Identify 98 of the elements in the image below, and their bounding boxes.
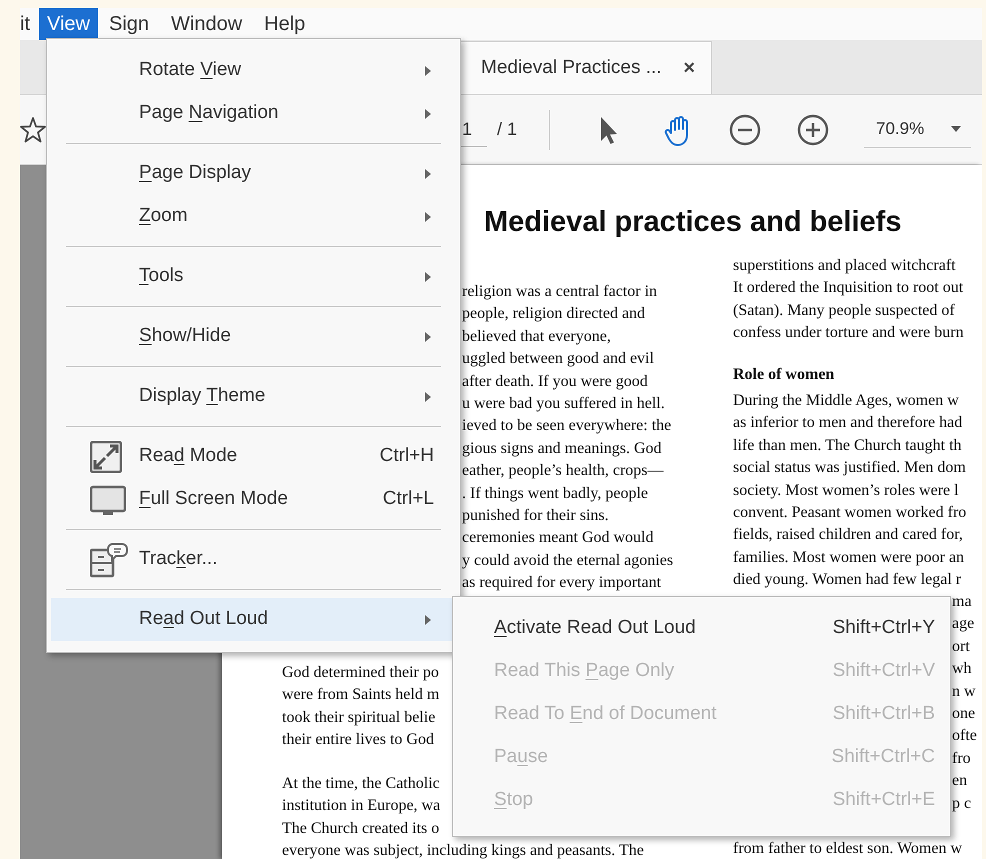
text-line: religion was a central factor in: [462, 282, 658, 302]
tracker-icon: [90, 542, 128, 578]
menu-label: Read To End of Document: [494, 702, 717, 726]
menu-label: Full Screen Mode: [139, 487, 288, 512]
menu-label: Read This Page Only: [494, 659, 674, 684]
menu-label: Show/Hide: [139, 324, 231, 348]
menu-label: Pause: [494, 745, 548, 770]
text-line: eather, people’s health, crops—: [462, 461, 664, 482]
zoom-out-icon[interactable]: [728, 112, 762, 146]
text-line: fro: [952, 748, 971, 769]
text-line: age: [952, 614, 974, 634]
menu-label: Read Mode: [139, 444, 238, 468]
text-line: their entire lives to God: [282, 730, 434, 750]
text-line: God determined their po: [282, 663, 439, 683]
menu-item[interactable]: Window: [160, 8, 254, 40]
shortcut-label: Shift+Ctrl+V: [832, 659, 935, 684]
text-line: ort: [952, 636, 970, 657]
text-line: uggled between good and evil: [462, 349, 654, 370]
menu-label: Stop: [494, 788, 534, 812]
text-line: society. Most women’s roles were l: [733, 480, 959, 501]
section-heading: Role of women: [733, 364, 836, 385]
text-line: believed that everyone,: [462, 326, 611, 347]
menu-item[interactable]: Tracker...: [51, 538, 456, 581]
menu-label: Tracker...: [139, 547, 218, 572]
menu-item[interactable]: Full Screen Mode Ctrl+L: [51, 478, 456, 521]
text-line: At the time, the Catholic: [282, 774, 440, 794]
text-line: families. Most women were poor an: [733, 548, 964, 568]
text-line: fields, raised children and cared for,: [733, 525, 963, 546]
text-line: people, religion directed and: [462, 304, 646, 324]
text-line: punished for their sins.: [462, 506, 609, 526]
star-icon[interactable]: [20, 116, 46, 144]
shortcut-label: Ctrl+H: [380, 444, 434, 468]
text-line: after death. If you were good: [462, 372, 648, 392]
menu-item[interactable]: Read Mode Ctrl+H: [51, 435, 456, 478]
text-line: It ordered the Inquisition to root out: [733, 278, 964, 298]
document-title: Medieval practices and beliefs: [484, 205, 902, 240]
text-line: ofte: [952, 726, 977, 746]
resize-icon: [90, 440, 122, 472]
menu-label: Zoom: [139, 204, 188, 228]
text-line: During the Middle Ages, women w: [733, 390, 959, 411]
text-line: institution in Europe, wa: [282, 796, 440, 816]
text-line: from father to eldest son. Women w: [733, 839, 962, 859]
menu-item[interactable]: Show/Hide: [51, 315, 456, 358]
text-line: wh: [952, 659, 972, 680]
menu-label: Tools: [139, 264, 184, 288]
shortcut-label: Shift+Ctrl+Y: [832, 616, 935, 640]
menu-item[interactable]: Zoom: [51, 195, 456, 238]
menu-item[interactable]: View: [39, 8, 98, 40]
menu-item[interactable]: Page Navigation: [51, 92, 456, 135]
menu-item[interactable]: Help: [253, 8, 316, 40]
monitor-icon: [90, 484, 126, 516]
menu-item[interactable]: Tools: [51, 255, 456, 298]
menu-label: Page Navigation: [139, 101, 278, 126]
menu-label: Read Out Loud: [139, 607, 268, 632]
menu-item[interactable]: Sign: [98, 8, 160, 40]
menu-label: Display Theme: [139, 384, 266, 408]
text-line: en: [952, 771, 968, 792]
text-line: (Satan). Many people suspected of: [733, 300, 955, 321]
shortcut-label: Shift+Ctrl+E: [832, 788, 935, 812]
shortcut-label: Ctrl+L: [382, 487, 434, 512]
menu-item[interactable]: Display Theme: [51, 375, 456, 418]
menu-label: Page Display: [139, 161, 251, 186]
text-line: as required for every important: [462, 573, 662, 594]
text-line: y could avoid the eternal agonies: [462, 550, 674, 571]
menu-item[interactable]: Page Display: [51, 152, 456, 195]
caret-icon: [951, 126, 962, 132]
zoom-dropdown[interactable]: 70.9%: [864, 112, 972, 148]
text-line: social status was justified. Men dom: [733, 458, 966, 478]
zoom-in-icon[interactable]: [796, 112, 830, 146]
text-line: The Church created its o: [282, 818, 440, 839]
text-line: ceremonies meant God would: [462, 528, 654, 548]
text-line: died young. Women had few legal r: [733, 570, 962, 590]
text-line: were from Saints held m: [282, 685, 440, 706]
text-line: everyone was subject, including kings and peasants. The: [282, 841, 644, 859]
text-line: gious signs and meanings. God: [462, 438, 662, 459]
page-count: / 1: [497, 118, 518, 141]
shortcut-label: Shift+Ctrl+C: [832, 745, 935, 770]
text-line: ma: [952, 592, 972, 612]
menu-item[interactable]: Rotate View: [51, 49, 456, 92]
menu-label[interactable]: Activate Read Out Loud: [494, 614, 696, 643]
text-line: . If things went badly, people: [462, 484, 648, 504]
menu-label: Rotate View: [139, 58, 242, 82]
document-tab[interactable]: Medieval Practices ... ×: [460, 41, 712, 94]
text-line: confess under torture and were burn: [733, 323, 964, 344]
text-line: convent. Peasant women worked fro: [733, 502, 966, 523]
text-line: one: [952, 704, 976, 724]
text-line: ieved to be seen everywhere: the: [462, 416, 672, 436]
shortcut-label: Shift+Ctrl+B: [832, 702, 935, 726]
text-line: n w: [952, 682, 976, 702]
text-line: u were bad you suffered in hell.: [462, 394, 665, 414]
text-line: p c: [952, 794, 972, 814]
text-line: as inferior to men and therefore had: [733, 413, 962, 434]
text-line: took their spiritual belie: [282, 708, 436, 728]
text-line: superstitions and placed witchcraft: [733, 256, 956, 276]
text-line: life than men. The Church taught th: [733, 436, 962, 456]
menu-item[interactable]: it: [20, 8, 39, 40]
tab-title: Medieval Practices ...: [481, 56, 662, 80]
close-tab-button[interactable]: ×: [683, 53, 695, 83]
